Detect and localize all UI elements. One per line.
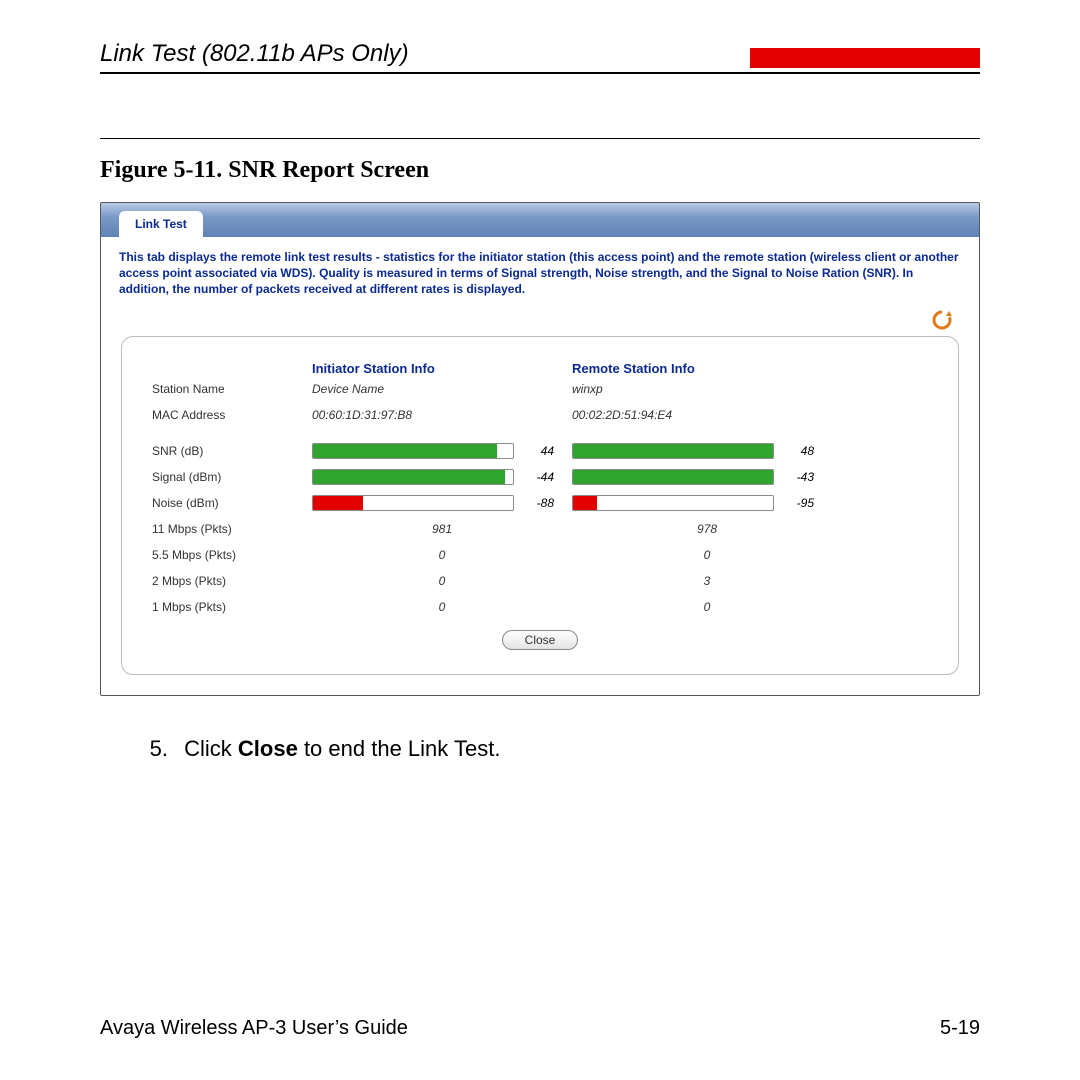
section-title: Link Test (802.11b APs Only) bbox=[100, 40, 409, 68]
close-button[interactable]: Close bbox=[502, 630, 579, 650]
screenshot-panel: Link Test This tab displays the remote l… bbox=[100, 202, 980, 696]
caption-rule bbox=[100, 138, 980, 139]
step-bold: Close bbox=[238, 736, 298, 761]
snr-remote-bar bbox=[572, 443, 774, 459]
snr-remote-value: 48 bbox=[782, 444, 814, 458]
signal-remote-value: -43 bbox=[782, 470, 814, 484]
footer-guide: Avaya Wireless AP-3 User’s Guide bbox=[100, 1017, 408, 1040]
figure-caption: Figure 5-11. SNR Report Screen bbox=[100, 157, 980, 184]
row-11mbps-label: 11 Mbps (Pkts) bbox=[152, 516, 312, 542]
noise-remote-value: -95 bbox=[782, 496, 814, 510]
col-remote: Remote Station Info bbox=[572, 361, 842, 376]
tab-description: This tab displays the remote link test r… bbox=[101, 237, 979, 302]
step-number: 5. bbox=[140, 736, 168, 762]
row-55mbps-label: 5.5 Mbps (Pkts) bbox=[152, 542, 312, 568]
signal-initiator-value: -44 bbox=[522, 470, 554, 484]
noise-initiator-value: -88 bbox=[522, 496, 554, 510]
mac-remote: 00:02:2D:51:94:E4 bbox=[572, 402, 842, 428]
results-panel: Initiator Station Info Remote Station In… bbox=[121, 336, 959, 675]
station-name-initiator: Device Name bbox=[312, 376, 572, 402]
signal-initiator-bar bbox=[312, 469, 514, 485]
r55-initiator: 0 bbox=[312, 542, 572, 568]
step-prefix: Click bbox=[184, 736, 238, 761]
tab-strip: Link Test bbox=[101, 203, 979, 237]
r11-initiator: 981 bbox=[312, 516, 572, 542]
snr-initiator-value: 44 bbox=[522, 444, 554, 458]
row-noise-label: Noise (dBm) bbox=[152, 490, 312, 516]
station-name-remote: winxp bbox=[572, 376, 842, 402]
r1-initiator: 0 bbox=[312, 594, 572, 620]
r55-remote: 0 bbox=[572, 542, 842, 568]
noise-initiator-bar bbox=[312, 495, 514, 511]
row-1mbps-label: 1 Mbps (Pkts) bbox=[152, 594, 312, 620]
instruction-step: 5. Click Close to end the Link Test. bbox=[100, 736, 980, 762]
mac-initiator: 00:60:1D:31:97:B8 bbox=[312, 402, 572, 428]
refresh-icon[interactable] bbox=[930, 308, 954, 332]
page-footer: Avaya Wireless AP-3 User’s Guide 5-19 bbox=[100, 1017, 980, 1040]
page-header: Link Test (802.11b APs Only) bbox=[100, 40, 980, 74]
r11-remote: 978 bbox=[572, 516, 842, 542]
footer-page: 5-19 bbox=[940, 1017, 980, 1040]
row-snr-label: SNR (dB) bbox=[152, 438, 312, 464]
snr-initiator-bar bbox=[312, 443, 514, 459]
header-red-bar bbox=[750, 48, 980, 68]
row-mac-label: MAC Address bbox=[152, 402, 312, 428]
col-initiator: Initiator Station Info bbox=[312, 361, 572, 376]
r2-remote: 3 bbox=[572, 568, 842, 594]
row-signal-label: Signal (dBm) bbox=[152, 464, 312, 490]
r2-initiator: 0 bbox=[312, 568, 572, 594]
r1-remote: 0 bbox=[572, 594, 842, 620]
row-2mbps-label: 2 Mbps (Pkts) bbox=[152, 568, 312, 594]
step-suffix: to end the Link Test. bbox=[298, 736, 501, 761]
row-station-name-label: Station Name bbox=[152, 376, 312, 402]
signal-remote-bar bbox=[572, 469, 774, 485]
noise-remote-bar bbox=[572, 495, 774, 511]
tab-link-test[interactable]: Link Test bbox=[119, 211, 203, 237]
